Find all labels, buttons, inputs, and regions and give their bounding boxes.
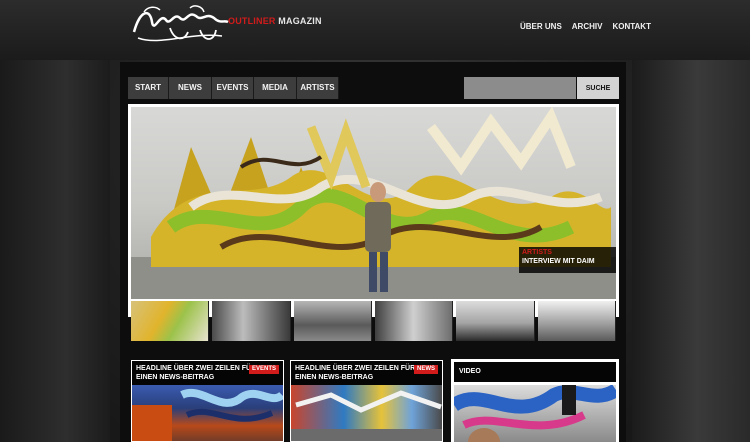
brand-name-accent: OUTLINER: [228, 16, 276, 26]
top-nav-archive[interactable]: ARCHIV: [572, 22, 603, 31]
news-card-1[interactable]: HEADLINE ÜBER ZWEI ZEILEN FÜR EINEN NEWS…: [131, 360, 284, 442]
hero-caption-category[interactable]: ARTISTS: [522, 249, 613, 256]
video-thumbnail[interactable]: [454, 385, 616, 442]
top-nav: ÜBER UNS ARCHIV KONTAKT: [520, 22, 651, 31]
search-input[interactable]: [464, 77, 576, 99]
hero-caption[interactable]: ARTISTS INTERVIEW MIT DAIM: [519, 247, 616, 273]
video-graffiti-illustration: [454, 385, 616, 442]
logo[interactable]: [130, 2, 230, 48]
thumbnail-3[interactable]: [293, 301, 372, 341]
news-card-graffiti-illustration: [291, 390, 442, 441]
logo-tag-icon: [132, 5, 229, 42]
main-nav: START NEWS EVENTS MEDIA ARTISTS: [128, 77, 339, 99]
tab-media[interactable]: MEDIA: [254, 77, 297, 99]
tab-events[interactable]: EVENTS: [212, 77, 254, 99]
news-card-2[interactable]: HEADLINE ÜBER ZWEI ZEILEN FÜR EINEN NEWS…: [290, 360, 443, 442]
top-nav-contact[interactable]: KONTAKT: [612, 22, 651, 31]
tab-artists[interactable]: ARTISTS: [297, 77, 339, 99]
tab-news[interactable]: NEWS: [169, 77, 212, 99]
news-card-badge[interactable]: NEWS: [414, 365, 438, 374]
news-card-image[interactable]: [132, 385, 283, 441]
news-card-graffiti-illustration: [132, 389, 283, 441]
thumbnail-strip: [131, 301, 616, 341]
tab-start[interactable]: START: [128, 77, 169, 99]
background-pillar-left: [0, 60, 110, 442]
top-nav-about[interactable]: ÜBER UNS: [520, 22, 562, 31]
thumbnail-4[interactable]: [374, 301, 454, 341]
brand-name-suffix: MAGAZIN: [275, 16, 322, 26]
background-pillar-right: [632, 60, 750, 442]
video-title: VIDEO: [454, 362, 616, 382]
thumbnail-2[interactable]: [212, 301, 291, 341]
thumbnail-6[interactable]: [537, 301, 616, 341]
news-card-badge[interactable]: EVENTS: [248, 365, 279, 374]
brand-name: OUTLINER MAGAZIN: [228, 16, 322, 26]
thumbnail-1[interactable]: [131, 301, 210, 341]
video-box: VIDEO: [451, 359, 619, 442]
thumbnail-5[interactable]: [456, 301, 535, 341]
hero-caption-title[interactable]: INTERVIEW MIT DAIM: [522, 258, 613, 265]
news-card-image[interactable]: [291, 385, 442, 441]
search-button[interactable]: SUCHE: [577, 77, 619, 99]
